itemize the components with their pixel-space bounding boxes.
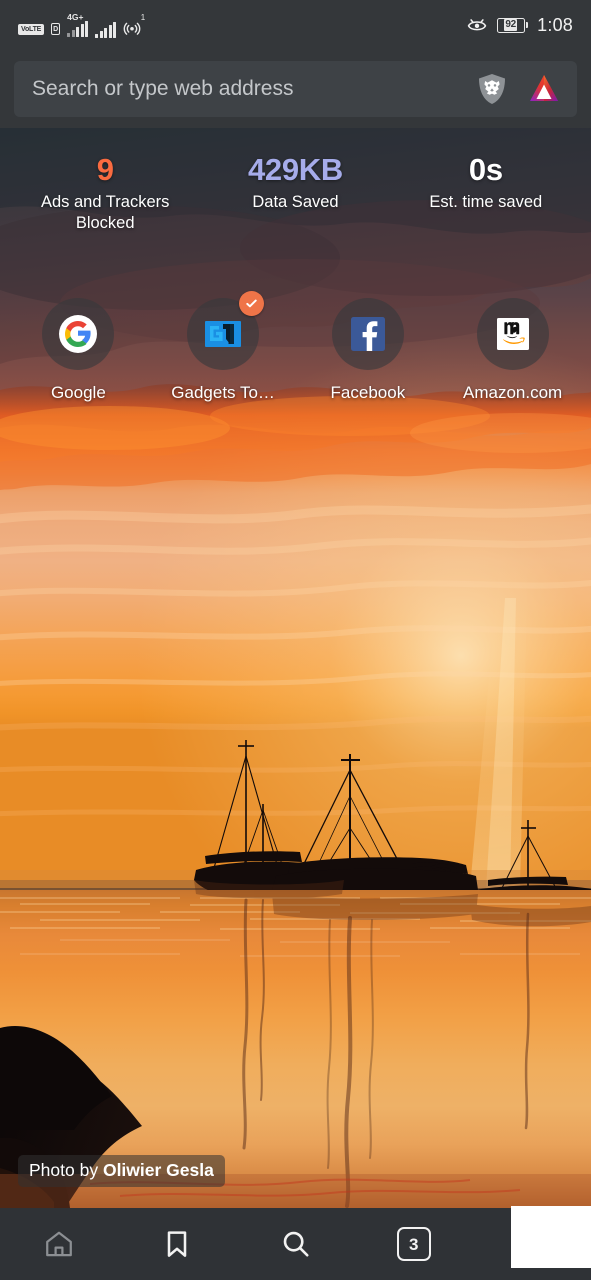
top-site-tile[interactable] [331, 298, 404, 370]
bottom-navigation-bar: 3 [0, 1208, 591, 1280]
nav-home-button[interactable] [0, 1208, 118, 1280]
top-site-gadgets-to[interactable]: Gadgets To… [151, 291, 296, 402]
ads-blocked-label: Ads and Trackers Blocked [40, 192, 170, 233]
facebook-icon [347, 313, 389, 355]
ads-blocked-value: 9 [96, 152, 114, 187]
brave-rewards-triangle-icon[interactable] [525, 70, 563, 108]
url-bar[interactable]: Search or type web address [14, 61, 577, 117]
data-saved-label: Data Saved [252, 192, 339, 211]
top-site-label: Amazon.com [463, 383, 563, 402]
network-type-label: 4G+ [67, 12, 84, 22]
battery-icon: 92 [496, 17, 529, 33]
top-site-amazon[interactable]: Amazon.com [440, 298, 585, 401]
status-bar-left: VoLTE D 4G+ 1 [18, 12, 145, 38]
amazon-icon [492, 313, 534, 355]
stat-ads-blocked: 9 Ads and Trackers Blocked [10, 152, 200, 235]
gadgets-to-icon [202, 313, 244, 355]
brave-new-tab-screen: VoLTE D 4G+ 1 92 1:08 Search or type web… [0, 0, 591, 1280]
nav-tabs-button[interactable]: 3 [355, 1208, 473, 1280]
menu-overlay-block [511, 1206, 591, 1268]
top-site-google[interactable]: Google [6, 298, 151, 401]
top-sites-row: Google Gadgets To… Facebook Amazon.com [0, 291, 591, 402]
home-icon [42, 1227, 76, 1261]
search-icon [279, 1227, 313, 1261]
tab-count-icon: 3 [396, 1227, 431, 1261]
sim-icon: D [51, 23, 61, 35]
status-bar: VoLTE D 4G+ 1 92 1:08 [0, 0, 591, 50]
time-saved-label: Est. time saved [429, 192, 543, 211]
hotspot-count-label: 1 [140, 13, 146, 22]
volte-icon: VoLTE [18, 24, 45, 35]
sunset-sailboats-image [0, 128, 591, 1208]
top-site-label: Facebook [330, 383, 406, 402]
top-site-label: Gadgets To… [171, 383, 275, 402]
stat-data-saved: 429KB Data Saved [200, 152, 390, 235]
clock-label: 1:08 [537, 14, 573, 35]
data-saved-value: 429KB [247, 152, 343, 187]
time-saved-value: 0s [468, 152, 503, 187]
wallpaper-photo [0, 128, 591, 1208]
toolbar: Search or type web address [0, 50, 591, 128]
google-icon [57, 313, 99, 355]
top-site-tile[interactable] [187, 291, 265, 370]
top-site-label: Google [50, 383, 106, 402]
hotspot-icon: 1 [123, 14, 145, 37]
top-site-tile[interactable] [476, 298, 549, 370]
check-badge [239, 291, 265, 316]
signal-bars-icon: 4G+ [67, 13, 89, 37]
eye-comfort-icon [466, 16, 488, 34]
signal-bars-primary [67, 21, 89, 37]
photo-credit-author: Oliwier Gesla [102, 1160, 214, 1180]
brave-lion-shield-icon[interactable] [475, 72, 509, 106]
top-site-tile[interactable] [42, 298, 115, 370]
signal-bars-secondary-icon [95, 22, 117, 38]
nav-search-button[interactable] [236, 1208, 354, 1280]
photo-credit[interactable]: Photo by Oliwier Gesla [18, 1155, 225, 1187]
nav-bookmarks-button[interactable] [118, 1208, 236, 1280]
stat-time-saved: 0s Est. time saved [391, 152, 581, 235]
shields-stats: 9 Ads and Trackers Blocked 429KB Data Sa… [0, 152, 591, 235]
top-site-facebook[interactable]: Facebook [296, 298, 441, 401]
search-input[interactable]: Search or type web address [32, 77, 465, 101]
photo-credit-prefix: Photo by [29, 1160, 103, 1180]
bookmark-icon [161, 1228, 193, 1260]
battery-percent-label: 92 [503, 19, 518, 31]
status-bar-right: 92 1:08 [466, 15, 573, 36]
